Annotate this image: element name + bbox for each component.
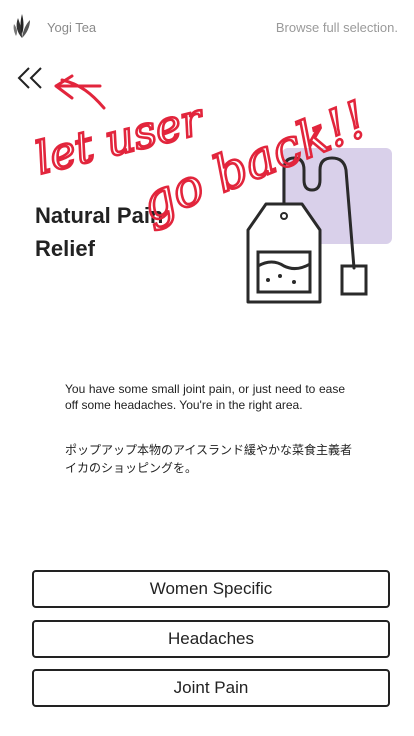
headaches-button[interactable]: Headaches <box>32 620 390 658</box>
description-text: You have some small joint pain, or just … <box>65 382 345 412</box>
double-chevron-left-icon[interactable] <box>15 64 45 92</box>
screen: Yogi Tea Browse full selection. Natural … <box>0 0 414 736</box>
annotation-line-1: let user <box>30 93 210 184</box>
leaf-logo-icon <box>13 14 30 38</box>
page-title: Natural Pain Relief <box>35 203 164 261</box>
brand-name: Yogi Tea <box>47 20 97 35</box>
joint-pain-button[interactable]: Joint Pain <box>32 669 390 707</box>
description-japanese-text: ポップアップ本物のアイスランド緩やかな菜食主義者イカのショッピングを。 <box>65 443 353 475</box>
tea-bag-icon <box>246 148 392 304</box>
women-specific-button[interactable]: Women Specific <box>32 570 390 608</box>
browse-full-selection-link[interactable]: Browse full selection. <box>276 20 398 35</box>
